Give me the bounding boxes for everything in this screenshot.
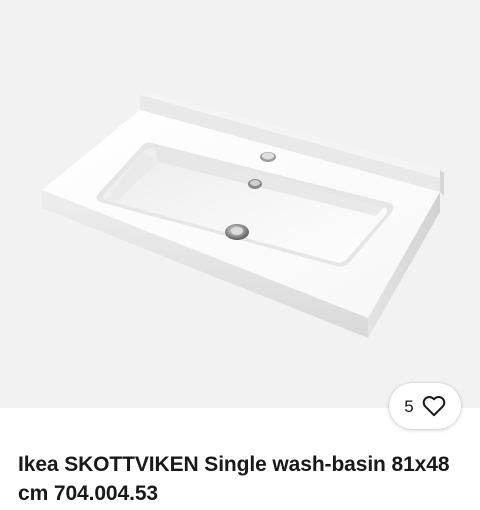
product-image[interactable] [0,0,480,408]
wash-basin-photo [42,92,444,338]
heart-outline-icon [422,395,445,417]
watch-button[interactable]: 5 [389,383,461,429]
listing-card[interactable]: 5 Ikea SKOTTVIKEN Single wash-basin 81x4… [0,0,480,510]
listing-title[interactable]: Ikea SKOTTVIKEN Single wash-basin 81x48 … [18,450,458,508]
watch-count: 5 [404,396,414,416]
